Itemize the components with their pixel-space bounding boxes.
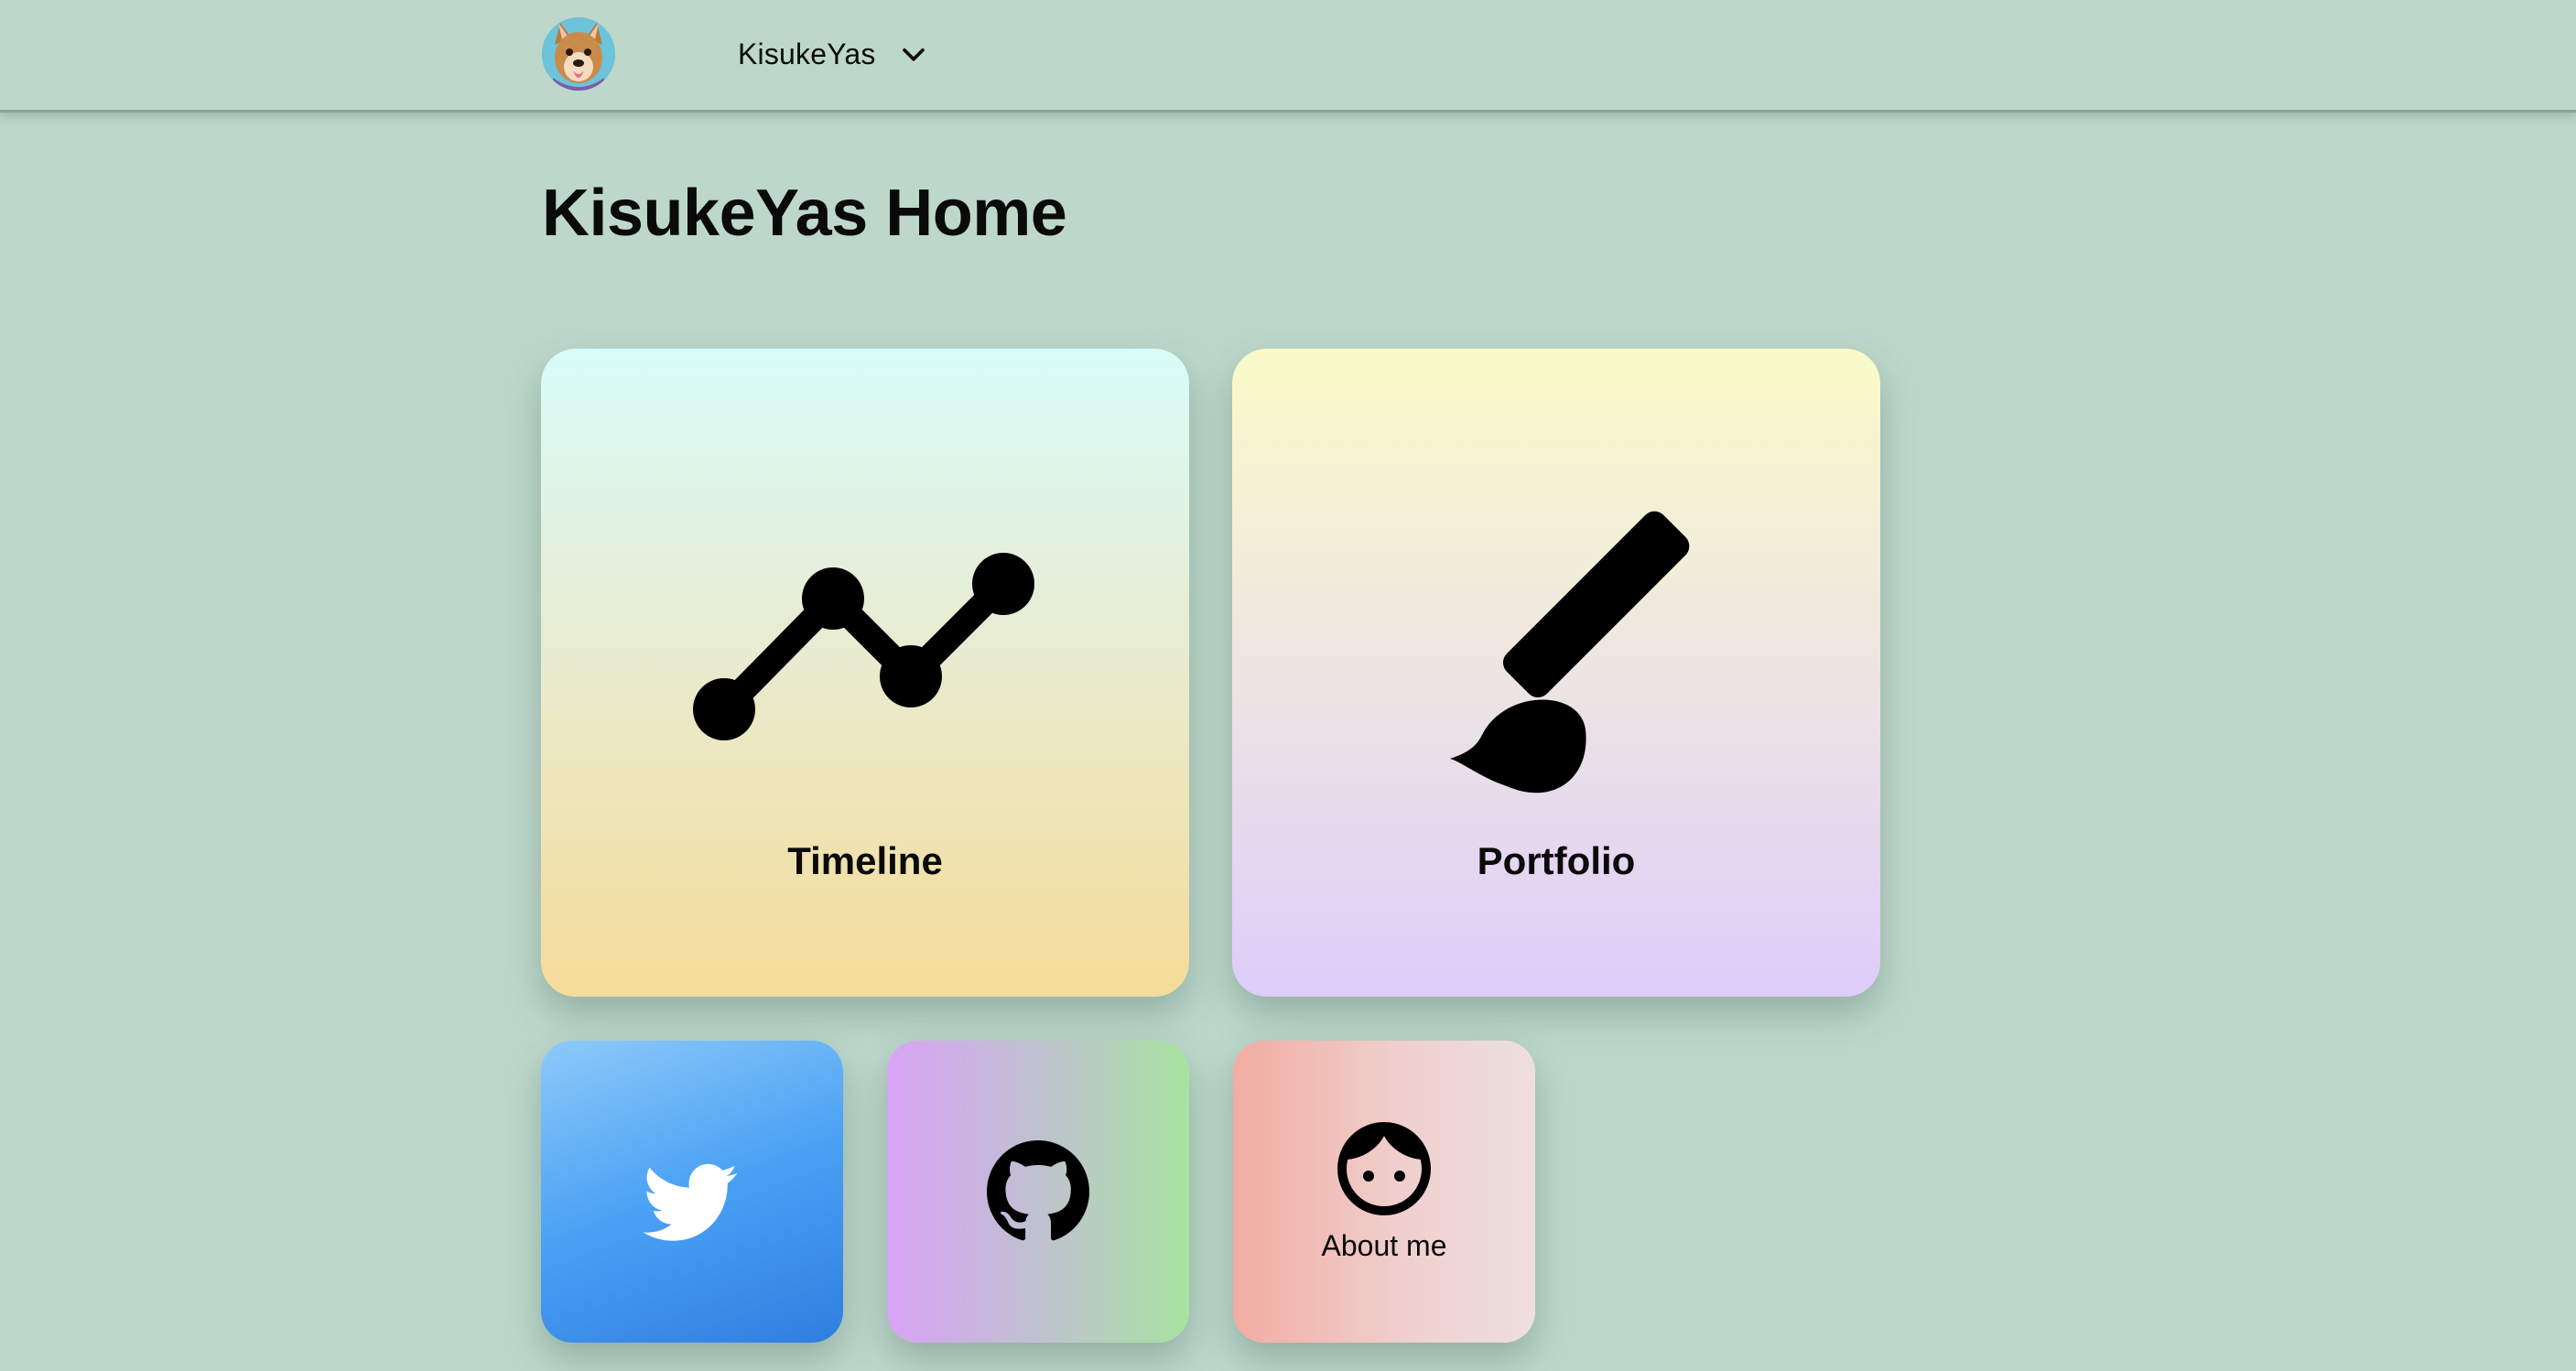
twitter-card[interactable] [541,1041,843,1343]
account-username[interactable]: KisukeYas [738,38,876,71]
timeline-label: Timeline [787,839,943,882]
page-title: KisukeYas Home [542,177,1067,250]
about-me-label: About me [1321,1229,1447,1262]
paintbrush-icon [1450,511,1690,793]
dog-avatar-icon [542,17,615,91]
chevron-down-icon[interactable] [898,38,929,70]
line-chart-icon [693,553,1034,740]
timeline-card[interactable]: Timeline [541,349,1189,997]
top-bar: KisukeYas [0,0,2576,113]
twitter-bird-icon [643,1163,738,1241]
account-menu[interactable]: KisukeYas [542,15,929,93]
face-icon [1337,1122,1431,1215]
portfolio-label: Portfolio [1477,839,1636,882]
portfolio-card[interactable]: Portfolio [1232,349,1880,997]
github-card[interactable] [887,1041,1189,1343]
about-me-card[interactable]: About me [1233,1041,1535,1343]
avatar[interactable] [542,17,615,91]
github-octocat-icon [987,1140,1089,1241]
